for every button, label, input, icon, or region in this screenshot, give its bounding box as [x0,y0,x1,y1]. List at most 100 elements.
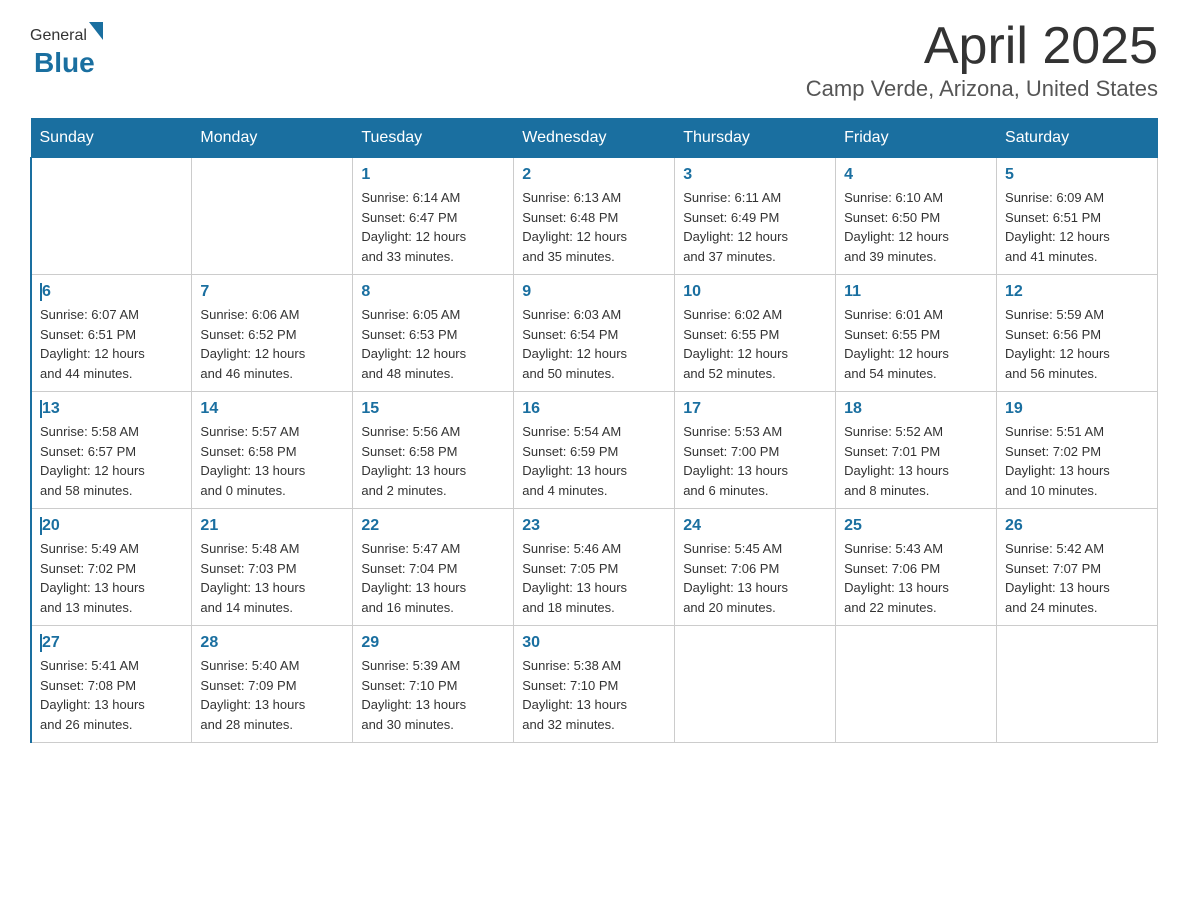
day-info: Sunrise: 5:59 AM Sunset: 6:56 PM Dayligh… [1005,305,1149,383]
day-number: 21 [200,517,344,535]
day-cell-20: 20 Sunrise: 5:49 AM Sunset: 7:02 PM Dayli… [31,509,192,626]
day-number: 2 [522,166,666,184]
day-cell-26: 26 Sunrise: 5:42 AM Sunset: 7:07 PM Dayli… [997,509,1158,626]
weekday-header-row: SundayMondayTuesdayWednesdayThursdayFrid… [31,119,1158,158]
day-number: 17 [683,400,827,418]
day-info: Sunrise: 5:53 AM Sunset: 7:00 PM Dayligh… [683,422,827,500]
week-row-5: 27Sunrise: 5:41 AM Sunset: 7:08 PM Dayli… [31,626,1158,743]
day-info: Sunrise: 6:05 AM Sunset: 6:53 PM Dayligh… [361,305,505,383]
day-number: 25 [844,517,988,535]
day-info: Sunrise: 5:45 AM Sunset: 7:06 PM Dayligh… [683,539,827,617]
day-number: 14 [200,400,344,418]
day-cell-2: 2 Sunrise: 6:13 AM Sunset: 6:48 PM Daylig… [514,158,675,275]
day-info: Sunrise: 5:48 AM Sunset: 7:03 PM Dayligh… [200,539,344,617]
empty-cell [675,626,836,743]
empty-cell [192,158,353,275]
day-info: Sunrise: 6:01 AM Sunset: 6:55 PM Dayligh… [844,305,988,383]
day-cell-11: 11 Sunrise: 6:01 AM Sunset: 6:55 PM Dayli… [836,275,997,392]
day-number: 13 [40,400,183,418]
day-info: Sunrise: 5:42 AM Sunset: 7:07 PM Dayligh… [1005,539,1149,617]
day-number: 5 [1005,166,1149,184]
day-cell-23: 23Sunrise: 5:46 AM Sunset: 7:05 PM Dayli… [514,509,675,626]
day-info: Sunrise: 5:56 AM Sunset: 6:58 PM Dayligh… [361,422,505,500]
weekday-header-monday: Monday [192,119,353,158]
day-info: Sunrise: 6:11 AM Sunset: 6:49 PM Dayligh… [683,188,827,266]
day-number: 30 [522,634,666,652]
day-cell-4: 4 Sunrise: 6:10 AM Sunset: 6:50 PM Daylig… [836,158,997,275]
day-number: 26 [1005,517,1149,535]
day-cell-22: 22 Sunrise: 5:47 AM Sunset: 7:04 PM Dayli… [353,509,514,626]
day-cell-12: 12Sunrise: 5:59 AM Sunset: 6:56 PM Dayli… [997,275,1158,392]
day-info: Sunrise: 5:47 AM Sunset: 7:04 PM Dayligh… [361,539,505,617]
day-number: 24 [683,517,827,535]
day-cell-14: 14 Sunrise: 5:57 AM Sunset: 6:58 PM Dayli… [192,392,353,509]
day-number: 7 [200,283,344,301]
day-info: Sunrise: 6:02 AM Sunset: 6:55 PM Dayligh… [683,305,827,383]
day-info: Sunrise: 5:52 AM Sunset: 7:01 PM Dayligh… [844,422,988,500]
day-cell-19: 19 Sunrise: 5:51 AM Sunset: 7:02 PM Dayli… [997,392,1158,509]
day-info: Sunrise: 5:58 AM Sunset: 6:57 PM Dayligh… [40,422,183,500]
day-cell-16: 16 Sunrise: 5:54 AM Sunset: 6:59 PM Dayli… [514,392,675,509]
week-row-1: 1Sunrise: 6:14 AM Sunset: 6:47 PM Daylig… [31,158,1158,275]
weekday-header-wednesday: Wednesday [514,119,675,158]
day-info: Sunrise: 5:51 AM Sunset: 7:02 PM Dayligh… [1005,422,1149,500]
day-number: 16 [522,400,666,418]
day-cell-5: 5 Sunrise: 6:09 AM Sunset: 6:51 PM Daylig… [997,158,1158,275]
day-number: 3 [683,166,827,184]
logo-arrow-icon [89,22,103,40]
calendar-table: SundayMondayTuesdayWednesdayThursdayFrid… [30,118,1158,743]
logo-blue-text: Blue [34,47,95,79]
day-number: 18 [844,400,988,418]
day-cell-6: 6 Sunrise: 6:07 AM Sunset: 6:51 PM Daylig… [31,275,192,392]
day-cell-10: 10Sunrise: 6:02 AM Sunset: 6:55 PM Dayli… [675,275,836,392]
weekday-header-friday: Friday [836,119,997,158]
month-title: April 2025 [806,20,1158,72]
empty-cell [997,626,1158,743]
day-number: 15 [361,400,505,418]
day-info: Sunrise: 6:06 AM Sunset: 6:52 PM Dayligh… [200,305,344,383]
day-info: Sunrise: 5:57 AM Sunset: 6:58 PM Dayligh… [200,422,344,500]
day-info: Sunrise: 5:46 AM Sunset: 7:05 PM Dayligh… [522,539,666,617]
weekday-header-tuesday: Tuesday [353,119,514,158]
day-number: 11 [844,283,988,301]
day-cell-27: 27Sunrise: 5:41 AM Sunset: 7:08 PM Dayli… [31,626,192,743]
day-cell-8: 8 Sunrise: 6:05 AM Sunset: 6:53 PM Daylig… [353,275,514,392]
day-number: 1 [361,166,505,184]
day-cell-7: 7 Sunrise: 6:06 AM Sunset: 6:52 PM Daylig… [192,275,353,392]
day-cell-3: 3 Sunrise: 6:11 AM Sunset: 6:49 PM Daylig… [675,158,836,275]
week-row-2: 6 Sunrise: 6:07 AM Sunset: 6:51 PM Daylig… [31,275,1158,392]
day-cell-24: 24 Sunrise: 5:45 AM Sunset: 7:06 PM Dayli… [675,509,836,626]
weekday-header-saturday: Saturday [997,119,1158,158]
weekday-header-thursday: Thursday [675,119,836,158]
day-info: Sunrise: 6:07 AM Sunset: 6:51 PM Dayligh… [40,305,183,383]
day-cell-18: 18 Sunrise: 5:52 AM Sunset: 7:01 PM Dayli… [836,392,997,509]
week-row-3: 13 Sunrise: 5:58 AM Sunset: 6:57 PM Dayli… [31,392,1158,509]
day-info: Sunrise: 6:10 AM Sunset: 6:50 PM Dayligh… [844,188,988,266]
day-info: Sunrise: 5:43 AM Sunset: 7:06 PM Dayligh… [844,539,988,617]
day-number: 22 [361,517,505,535]
day-number: 28 [200,634,344,652]
day-info: Sunrise: 5:49 AM Sunset: 7:02 PM Dayligh… [40,539,183,617]
day-cell-28: 28Sunrise: 5:40 AM Sunset: 7:09 PM Dayli… [192,626,353,743]
day-number: 6 [40,283,183,301]
day-number: 4 [844,166,988,184]
day-number: 27 [40,634,183,652]
day-cell-21: 21 Sunrise: 5:48 AM Sunset: 7:03 PM Dayli… [192,509,353,626]
page-header: General Blue April 2025 Camp Verde, Ariz… [30,20,1158,102]
day-info: Sunrise: 6:09 AM Sunset: 6:51 PM Dayligh… [1005,188,1149,266]
week-row-4: 20 Sunrise: 5:49 AM Sunset: 7:02 PM Dayli… [31,509,1158,626]
day-number: 20 [40,517,183,535]
day-info: Sunrise: 6:13 AM Sunset: 6:48 PM Dayligh… [522,188,666,266]
day-number: 8 [361,283,505,301]
day-info: Sunrise: 5:54 AM Sunset: 6:59 PM Dayligh… [522,422,666,500]
day-number: 9 [522,283,666,301]
day-cell-9: 9Sunrise: 6:03 AM Sunset: 6:54 PM Daylig… [514,275,675,392]
day-number: 19 [1005,400,1149,418]
logo: General Blue [30,20,103,79]
day-cell-17: 17 Sunrise: 5:53 AM Sunset: 7:00 PM Dayli… [675,392,836,509]
day-number: 29 [361,634,505,652]
day-info: Sunrise: 5:38 AM Sunset: 7:10 PM Dayligh… [522,656,666,734]
day-info: Sunrise: 5:39 AM Sunset: 7:10 PM Dayligh… [361,656,505,734]
logo-general-text: General [30,27,87,45]
empty-cell [31,158,192,275]
